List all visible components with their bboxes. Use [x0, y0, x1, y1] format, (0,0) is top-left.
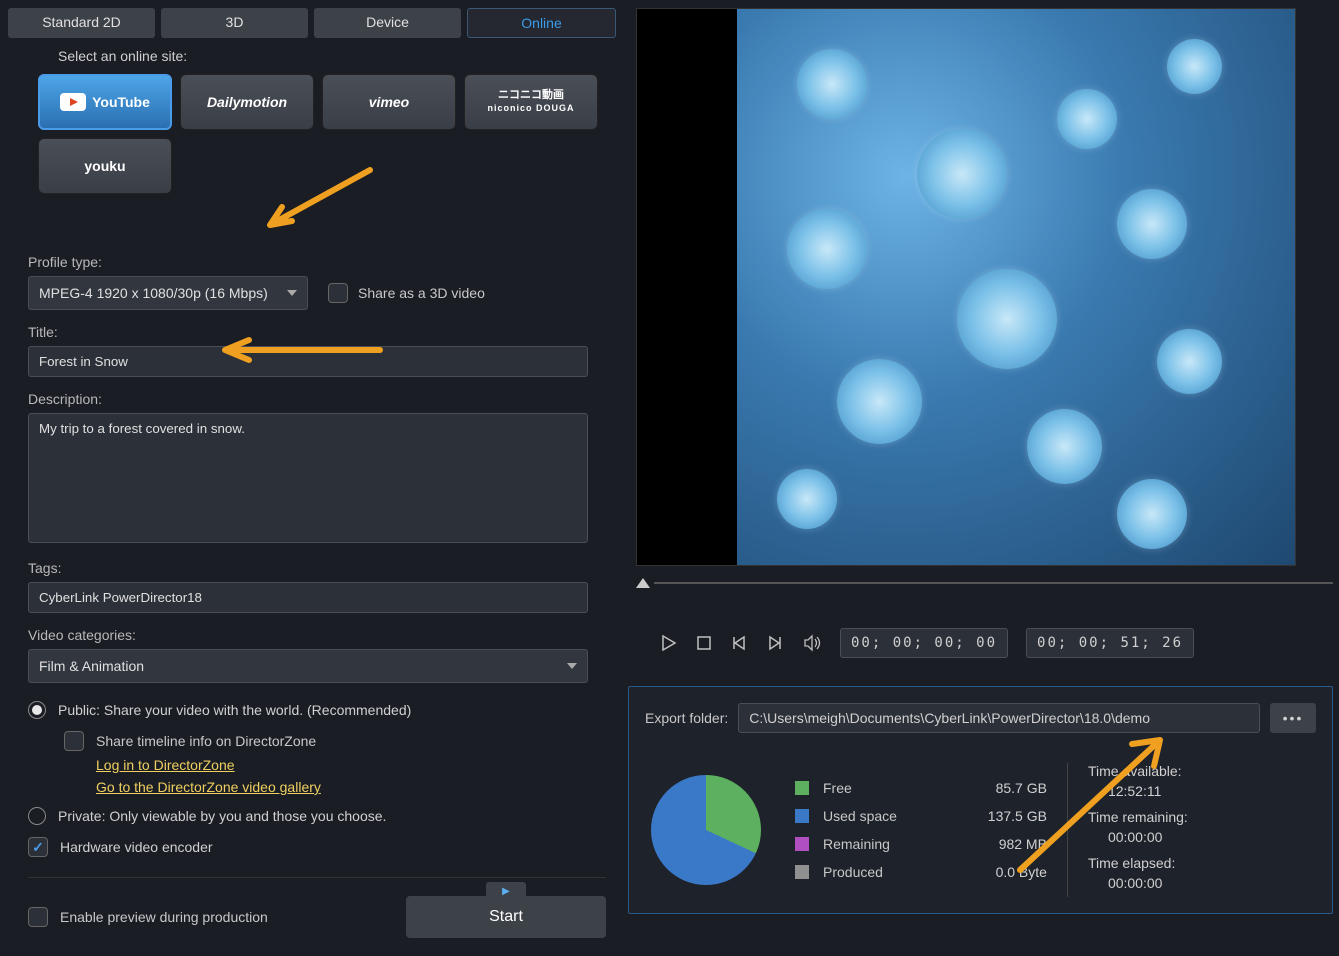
- niconico-label: niconico DOUGA: [487, 103, 574, 113]
- free-label: Free: [823, 780, 852, 796]
- privacy-public-radio[interactable]: [28, 701, 46, 719]
- remaining-value: 982 MB: [957, 836, 1047, 852]
- time-available-value: 12:52:11: [1108, 783, 1188, 799]
- time-remaining-value: 00:00:00: [1108, 829, 1188, 845]
- dailymotion-label: Dailymotion: [207, 94, 287, 110]
- time-elapsed-value: 00:00:00: [1108, 875, 1188, 891]
- used-label: Used space: [823, 808, 897, 824]
- disk-values: 85.7 GB 137.5 GB 982 MB 0.0 Byte: [957, 780, 1047, 880]
- timecode-current[interactable]: 00; 00; 00; 00: [840, 628, 1008, 658]
- swatch-remaining-icon: [795, 837, 809, 851]
- description-label: Description:: [28, 391, 596, 407]
- time-available-label: Time available:: [1088, 763, 1188, 779]
- enable-preview-label: Enable preview during production: [60, 909, 268, 925]
- profile-type-label: Profile type:: [28, 254, 596, 270]
- time-column: Time available: 12:52:11 Time remaining:…: [1067, 763, 1188, 897]
- site-buttons-2: youku: [38, 138, 616, 194]
- categories-value: Film & Animation: [39, 658, 144, 674]
- timecode-duration: 00; 00; 51; 26: [1026, 628, 1194, 658]
- prev-frame-button[interactable]: [730, 634, 748, 652]
- swatch-produced-icon: [795, 865, 809, 879]
- tags-label: Tags:: [28, 560, 596, 576]
- produced-label: Produced: [823, 864, 883, 880]
- start-button[interactable]: ▶ Start: [406, 896, 606, 938]
- categories-select[interactable]: Film & Animation: [28, 649, 588, 683]
- right-panel: 00; 00; 00; 00 00; 00; 51; 26 Export fol…: [628, 8, 1333, 948]
- form-area: Profile type: MPEG-4 1920 x 1080/30p (16…: [8, 254, 616, 857]
- enable-preview-checkbox[interactable]: [28, 907, 48, 927]
- bottom-bar: Enable preview during production ▶ Start: [28, 877, 606, 938]
- youtube-label: YouTube: [92, 94, 150, 110]
- youtube-icon: [60, 93, 86, 111]
- disk-pie-chart: [651, 775, 761, 885]
- share-dz-label: Share timeline info on DirectorZone: [96, 733, 316, 749]
- swatch-used-icon: [795, 809, 809, 823]
- time-elapsed-label: Time elapsed:: [1088, 855, 1188, 871]
- scrub-bar[interactable]: [636, 578, 1333, 588]
- login-dz-link[interactable]: Log in to DirectorZone: [96, 757, 596, 773]
- scrub-track[interactable]: [654, 582, 1333, 584]
- stats-row: Free Used space Remaining Produced 85.7 …: [645, 763, 1316, 897]
- vimeo-label: vimeo: [369, 94, 409, 110]
- description-textarea[interactable]: [28, 413, 588, 543]
- categories-label: Video categories:: [28, 627, 596, 643]
- format-tabs: Standard 2D 3D Device Online: [8, 8, 616, 38]
- site-dailymotion[interactable]: Dailymotion: [180, 74, 314, 130]
- start-label: Start: [489, 908, 523, 926]
- remaining-label: Remaining: [823, 836, 890, 852]
- left-panel: Standard 2D 3D Device Online Select an o…: [8, 8, 616, 948]
- title-input[interactable]: [28, 346, 588, 377]
- used-value: 137.5 GB: [957, 808, 1047, 824]
- tab-standard-2d[interactable]: Standard 2D: [8, 8, 155, 38]
- chevron-down-icon: [287, 290, 297, 296]
- play-button[interactable]: [658, 633, 678, 653]
- site-buttons: YouTube Dailymotion vimeo ニコニコ動画niconico…: [38, 74, 616, 130]
- share-3d-checkbox[interactable]: [328, 283, 348, 303]
- profile-type-value: MPEG-4 1920 x 1080/30p (16 Mbps): [39, 285, 268, 301]
- privacy-public-label: Public: Share your video with the world.…: [58, 702, 411, 718]
- play-icon: ▶: [486, 882, 526, 900]
- free-value: 85.7 GB: [957, 780, 1047, 796]
- export-folder-label: Export folder:: [645, 710, 728, 726]
- privacy-private-label: Private: Only viewable by you and those …: [58, 808, 386, 824]
- volume-button[interactable]: [802, 633, 822, 653]
- swatch-free-icon: [795, 781, 809, 795]
- preview-image: [737, 9, 1295, 565]
- playback-controls: 00; 00; 00; 00 00; 00; 51; 26: [658, 628, 1333, 658]
- select-site-label: Select an online site:: [58, 48, 616, 64]
- scrub-marker-icon[interactable]: [636, 578, 650, 588]
- site-youtube[interactable]: YouTube: [38, 74, 172, 130]
- share-dz-checkbox[interactable]: [64, 731, 84, 751]
- tab-3d[interactable]: 3D: [161, 8, 308, 38]
- time-remaining-label: Time remaining:: [1088, 809, 1188, 825]
- site-niconico[interactable]: ニコニコ動画niconico DOUGA: [464, 74, 598, 130]
- tab-device[interactable]: Device: [314, 8, 461, 38]
- hw-encoder-label: Hardware video encoder: [60, 839, 213, 855]
- export-folder-path[interactable]: C:\Users\meigh\Documents\CyberLink\Power…: [738, 703, 1260, 733]
- share-3d-label: Share as a 3D video: [358, 285, 485, 301]
- browse-button[interactable]: •••: [1270, 703, 1316, 733]
- tags-input[interactable]: [28, 582, 588, 613]
- produced-value: 0.0 Byte: [957, 864, 1047, 880]
- hw-encoder-checkbox[interactable]: [28, 837, 48, 857]
- preview-frame: [636, 8, 1296, 566]
- site-youku[interactable]: youku: [38, 138, 172, 194]
- profile-type-select[interactable]: MPEG-4 1920 x 1080/30p (16 Mbps): [28, 276, 308, 310]
- youku-label: youku: [84, 158, 125, 174]
- chevron-down-icon: [567, 663, 577, 669]
- disk-legend: Free Used space Remaining Produced: [795, 780, 897, 880]
- privacy-private-radio[interactable]: [28, 807, 46, 825]
- title-label: Title:: [28, 324, 596, 340]
- tab-online[interactable]: Online: [467, 8, 616, 38]
- stop-button[interactable]: [696, 635, 712, 651]
- gallery-dz-link[interactable]: Go to the DirectorZone video gallery: [96, 779, 596, 795]
- export-panel: Export folder: C:\Users\meigh\Documents\…: [628, 686, 1333, 914]
- next-frame-button[interactable]: [766, 634, 784, 652]
- site-vimeo[interactable]: vimeo: [322, 74, 456, 130]
